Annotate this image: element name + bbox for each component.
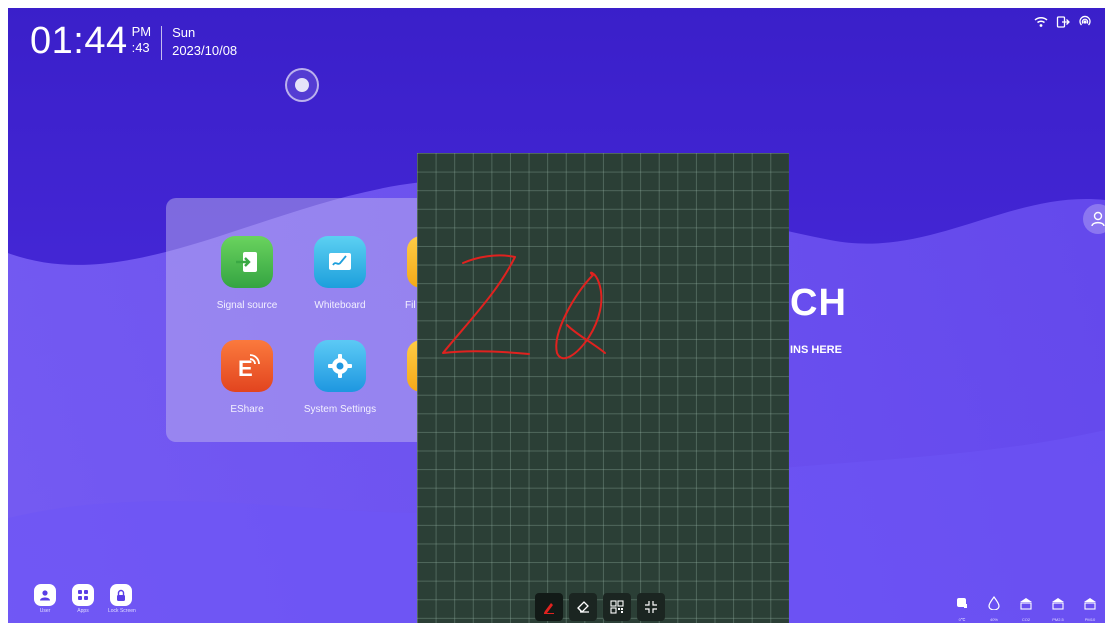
environment-tray: 0℃ 40% CO2 PM2.5 PM10 <box>953 595 1099 623</box>
pen-icon <box>544 603 554 614</box>
clock-ampm: PM <box>131 24 152 39</box>
settings-icon <box>314 340 366 392</box>
co2-icon <box>1020 598 1032 610</box>
dock-apps[interactable]: Apps <box>70 584 96 614</box>
tray-humidity[interactable]: 40% <box>985 595 1003 623</box>
temperature-icon <box>957 598 967 608</box>
dock-label: User <box>39 608 51 614</box>
apps-panel: Signal source Whiteboard Fil E EShare Sy… <box>166 198 459 442</box>
app-label: EShare <box>230 404 264 415</box>
app-signal-source[interactable]: Signal source <box>199 236 295 311</box>
dock-label: Apps <box>77 608 89 614</box>
handwriting-ink: ZQ <box>442 254 606 360</box>
clock-weekday: Sun <box>172 25 196 40</box>
app-label: Signal source <box>216 300 278 311</box>
whiteboard-icon <box>314 236 366 288</box>
screen-bezel-top <box>0 0 1105 8</box>
profile-side-button[interactable] <box>1083 204 1105 234</box>
tray-pm10[interactable]: PM10 <box>1081 596 1099 623</box>
humidity-icon <box>988 595 1000 611</box>
pm25-icon <box>1052 598 1064 610</box>
tray-label: CO2 <box>1021 617 1031 622</box>
whiteboard-toolbar <box>535 593 665 621</box>
exit-icon[interactable] <box>1055 14 1071 30</box>
hotspot-icon[interactable] <box>1077 14 1093 30</box>
tray-temperature[interactable]: 0℃ <box>953 596 971 623</box>
dock-lock-screen[interactable]: Lock Screen <box>108 584 136 614</box>
dock-label: Lock Screen <box>108 608 136 614</box>
tray-label: PM2.5 <box>1052 617 1064 622</box>
app-eshare[interactable]: E EShare <box>199 340 295 415</box>
dock-user[interactable]: User <box>32 584 58 614</box>
tray-co2[interactable]: CO2 <box>1017 596 1035 623</box>
screen-bezel-left <box>0 0 8 623</box>
user-icon <box>34 584 56 606</box>
app-system-settings[interactable]: System Settings <box>292 340 388 415</box>
whiteboard-canvas[interactable]: ZQ <box>417 153 789 623</box>
lock-icon <box>110 584 132 606</box>
clock-divider <box>161 26 163 60</box>
person-icon <box>1091 211 1105 227</box>
signal-source-icon <box>221 236 273 288</box>
tray-pm25[interactable]: PM2.5 <box>1049 596 1067 623</box>
clock-time: 01:44 <box>30 20 128 62</box>
app-whiteboard[interactable]: Whiteboard <box>292 236 388 311</box>
clock-date: 2023/10/08 <box>172 43 238 58</box>
welcome-title: CH <box>790 282 847 324</box>
apps-grid-icon <box>72 584 94 606</box>
app-label: Whiteboard <box>314 300 366 311</box>
eshare-icon: E <box>221 340 273 392</box>
desktop-screen: 01:44 PM :43 Sun 2023/10/08 Signal sourc… <box>0 0 1105 623</box>
clock-seconds: :43 <box>131 40 150 55</box>
tray-label: 40% <box>989 617 998 622</box>
bottom-dock: User Apps Lock Screen <box>32 584 136 614</box>
wifi-icon[interactable] <box>1033 14 1049 30</box>
eraser-icon <box>577 601 589 613</box>
qr-code-button[interactable] <box>603 593 631 621</box>
qr-code-icon <box>610 600 624 614</box>
exit-fullscreen-icon <box>645 601 657 613</box>
pm10-icon <box>1084 598 1096 610</box>
floating-menu-dot <box>295 78 309 92</box>
pen-tool-button[interactable] <box>535 593 563 621</box>
tray-label: PM10 <box>1084 617 1096 622</box>
exit-fullscreen-button[interactable] <box>637 593 665 621</box>
status-icons <box>1033 14 1093 30</box>
app-label: System Settings <box>303 404 377 415</box>
tray-label: 0℃ <box>958 617 966 622</box>
eraser-tool-button[interactable] <box>569 593 597 621</box>
welcome-subtitle: INS HERE <box>790 344 842 356</box>
clock-widget: 01:44 PM :43 Sun 2023/10/08 <box>30 18 237 64</box>
floating-menu-button[interactable] <box>285 68 319 102</box>
